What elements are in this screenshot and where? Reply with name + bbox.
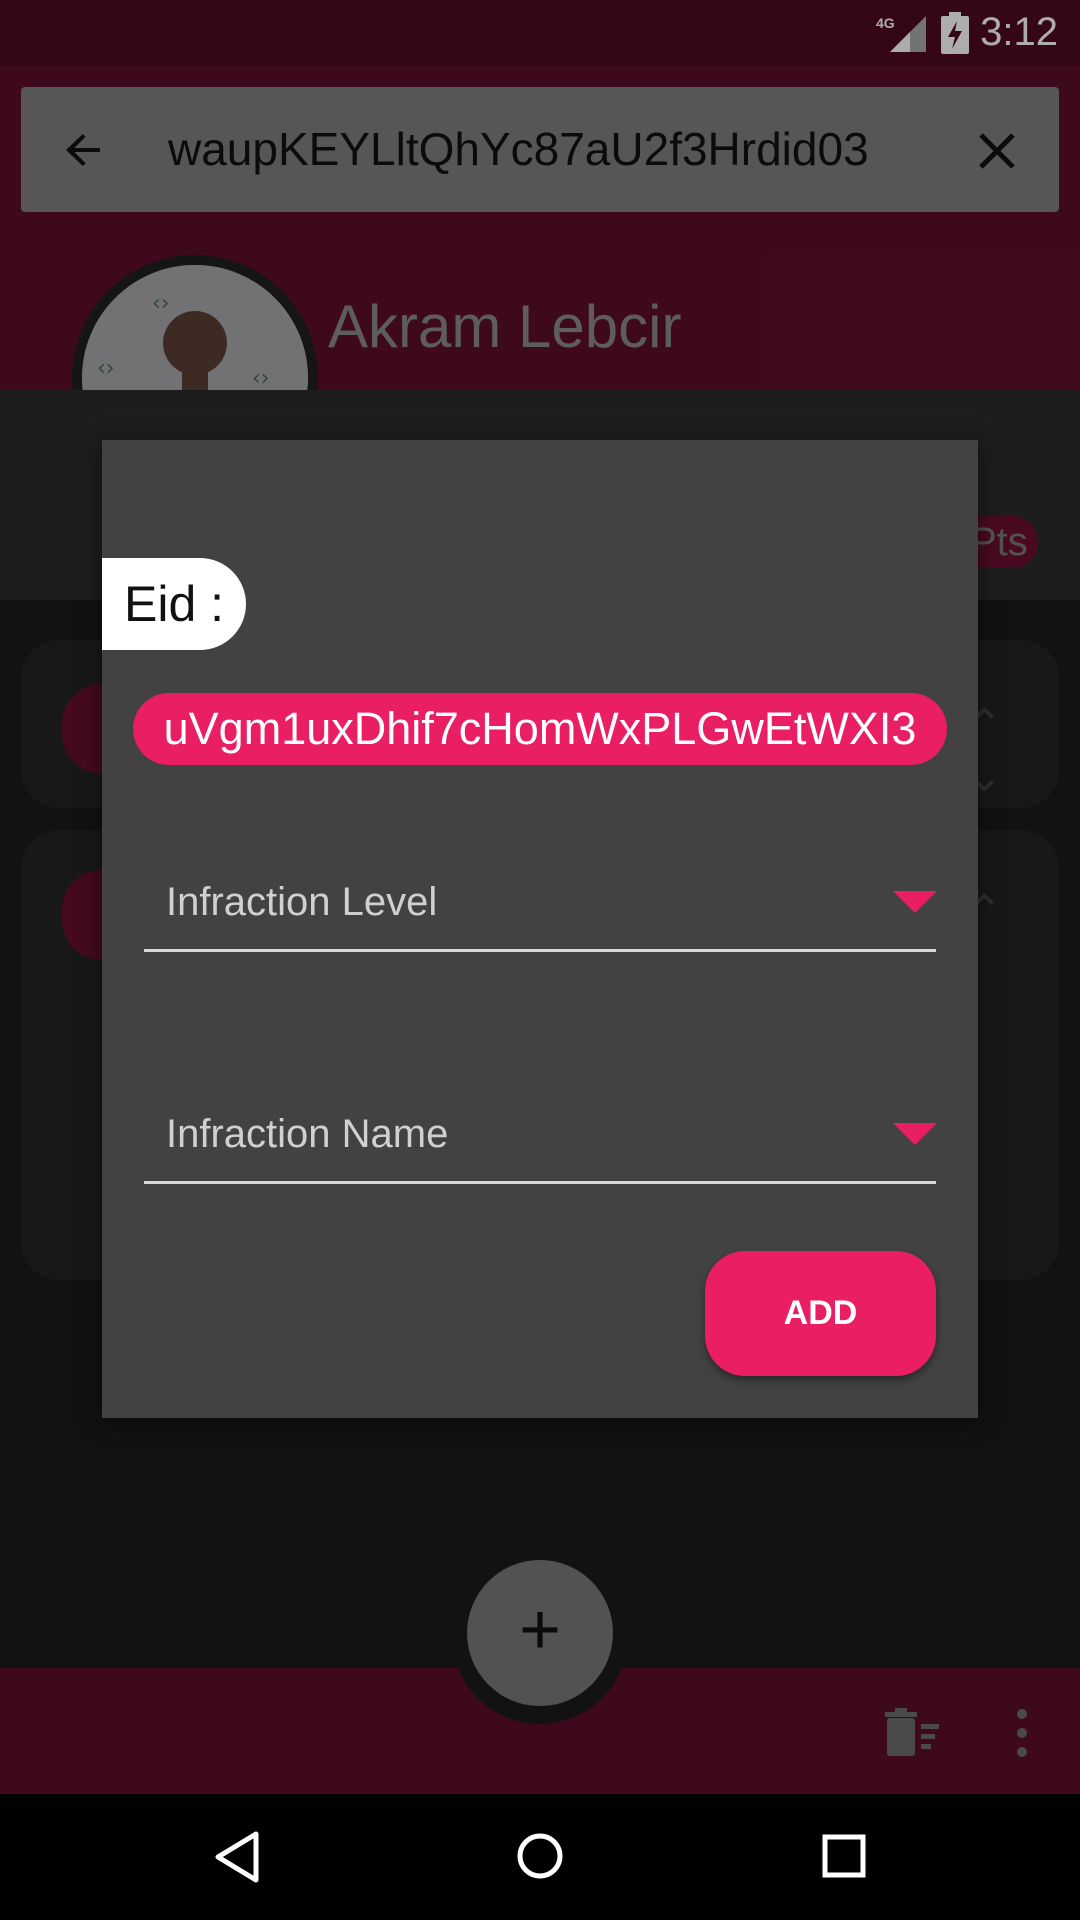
nav-back-icon[interactable] xyxy=(212,1830,262,1884)
add-button[interactable]: ADD xyxy=(705,1251,936,1376)
nav-recents-icon[interactable] xyxy=(822,1834,866,1878)
field-underline xyxy=(144,949,936,952)
infraction-name-select[interactable]: Infraction Name xyxy=(166,1112,448,1157)
infraction-level-select[interactable]: Infraction Level xyxy=(166,880,437,925)
eid-value-chip: uVgm1uxDhif7cHomWxPLGwEtWXI3 xyxy=(133,693,947,765)
field-underline xyxy=(144,1181,936,1184)
dropdown-arrow-icon[interactable] xyxy=(893,1123,937,1145)
dropdown-arrow-icon[interactable] xyxy=(893,891,937,913)
nav-home-icon[interactable] xyxy=(516,1832,564,1880)
eid-label: Eid : xyxy=(102,558,246,650)
